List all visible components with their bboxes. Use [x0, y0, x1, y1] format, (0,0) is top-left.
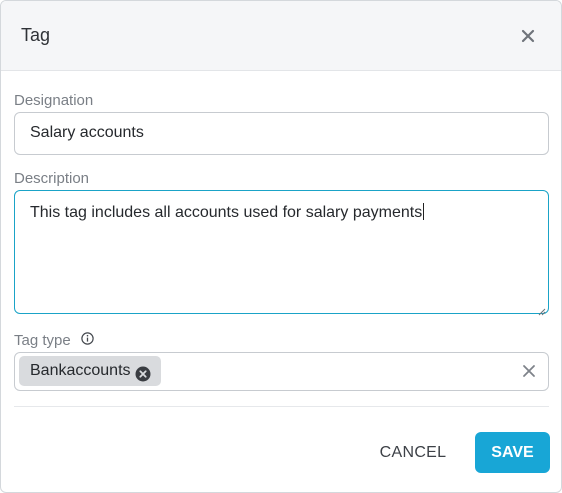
tag-type-label: Tag type: [14, 332, 71, 349]
remove-chip-icon[interactable]: [135, 363, 151, 382]
dialog-title: Tag: [21, 25, 51, 45]
save-button[interactable]: SAVE: [475, 432, 550, 473]
tag-type-select[interactable]: Bankaccounts: [14, 352, 549, 391]
description-label: Description: [14, 170, 90, 187]
info-icon[interactable]: [81, 332, 94, 345]
clear-icon[interactable]: [522, 364, 536, 378]
tag-chip: Bankaccounts: [19, 356, 161, 386]
text-caret: [423, 203, 425, 220]
description-value: This tag includes all accounts used for …: [30, 204, 423, 221]
tag-chip-label: Bankaccounts: [30, 362, 131, 379]
close-icon[interactable]: [519, 27, 537, 45]
designation-input[interactable]: Salary accounts: [14, 112, 549, 155]
description-textarea[interactable]: This tag includes all accounts used for …: [14, 190, 549, 316]
cancel-button[interactable]: CANCEL: [373, 433, 453, 473]
designation-value: Salary accounts: [30, 124, 144, 141]
dialog-header: Tag: [1, 1, 561, 71]
designation-label: Designation: [14, 92, 94, 109]
tag-dialog: Tag Designation Salary accounts Descript…: [0, 0, 562, 493]
footer-divider: [14, 406, 549, 407]
description-text-wrap: This tag includes all accounts used for …: [30, 203, 425, 222]
resize-grip-icon[interactable]: [538, 303, 546, 316]
